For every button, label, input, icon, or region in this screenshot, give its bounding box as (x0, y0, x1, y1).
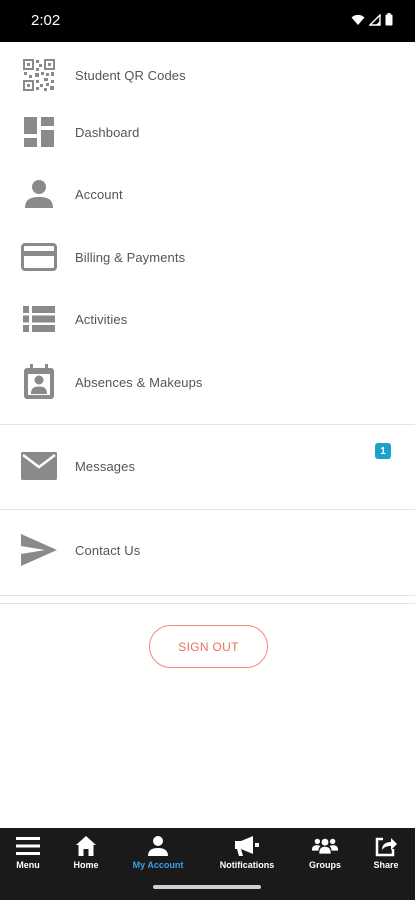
envelope-icon (20, 448, 58, 484)
credit-card-icon (21, 239, 57, 275)
menu-item-student-qr-codes[interactable]: Student QR Codes (0, 44, 415, 106)
menu-label: Account (75, 186, 123, 202)
send-icon (20, 532, 58, 568)
menu-label: Student QR Codes (75, 67, 186, 83)
nav-item-menu[interactable]: Menu (6, 828, 50, 876)
menu-item-messages[interactable]: Messages 1 (0, 435, 415, 497)
menu-item-absences[interactable]: Absences & Makeups (0, 351, 415, 413)
status-bar: 2:02 (0, 0, 415, 42)
bottom-nav: Menu Home My Account Notifications Group… (0, 828, 415, 876)
nav-item-home[interactable]: Home (64, 828, 108, 876)
person-icon (21, 176, 57, 212)
gesture-bar (0, 876, 415, 900)
calendar-badge-icon (21, 364, 57, 400)
person-icon (145, 834, 171, 858)
nav-label: Groups (308, 860, 341, 870)
dashboard-icon (21, 114, 57, 150)
hamburger-icon (15, 834, 41, 858)
divider (0, 603, 415, 604)
nav-label: Notifications (219, 860, 275, 870)
unread-badge: 1 (375, 443, 391, 459)
signal-icon (369, 13, 381, 26)
divider (0, 595, 415, 596)
nav-label: My Account (132, 860, 184, 870)
menu-label: Activities (75, 311, 128, 327)
qr-code-icon (21, 57, 57, 93)
battery-icon (385, 13, 393, 26)
nav-label: Share (373, 860, 399, 870)
wifi-icon (351, 14, 365, 25)
menu-label: Billing & Payments (75, 249, 186, 265)
nav-item-my-account[interactable]: My Account (126, 828, 190, 876)
megaphone-icon (234, 834, 260, 858)
divider (0, 424, 415, 425)
menu-item-account[interactable]: Account (0, 163, 415, 225)
nav-label: Home (73, 860, 99, 870)
menu-label: Contact Us (75, 542, 141, 558)
home-indicator[interactable] (153, 885, 261, 889)
nav-label: Menu (16, 860, 40, 870)
menu-label: Messages (75, 458, 136, 474)
nav-item-groups[interactable]: Groups (301, 828, 349, 876)
nav-item-notifications[interactable]: Notifications (212, 828, 282, 876)
list-icon (21, 301, 57, 337)
menu-label: Dashboard (75, 124, 140, 140)
status-time: 2:02 (31, 12, 61, 29)
menu-item-dashboard[interactable]: Dashboard (0, 101, 415, 163)
menu-label: Absences & Makeups (75, 374, 203, 390)
share-icon (373, 834, 399, 858)
divider (0, 509, 415, 510)
home-icon (73, 834, 99, 858)
nav-item-share[interactable]: Share (366, 828, 406, 876)
menu-item-billing[interactable]: Billing & Payments (0, 226, 415, 288)
menu-item-activities[interactable]: Activities (0, 288, 415, 350)
groups-icon (312, 834, 338, 858)
sign-out-button[interactable]: SIGN OUT (149, 625, 268, 668)
status-icons (351, 13, 393, 26)
menu-item-contact[interactable]: Contact Us (0, 519, 415, 581)
